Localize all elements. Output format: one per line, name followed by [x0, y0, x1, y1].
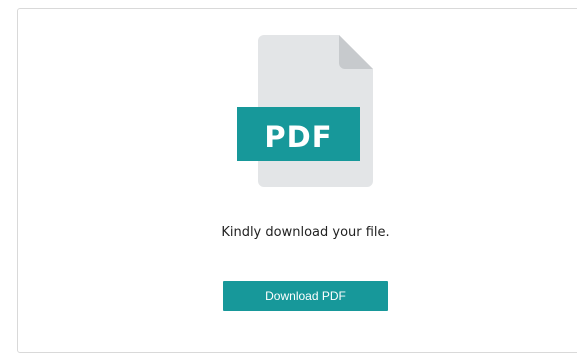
pdf-file-icon: PDF: [237, 31, 377, 191]
page-fold-icon: [339, 35, 373, 69]
download-pdf-button[interactable]: Download PDF: [223, 281, 388, 311]
download-card: PDF Kindly download your file. Download …: [17, 8, 577, 353]
download-message: Kindly download your file.: [221, 225, 390, 240]
pdf-badge-label: PDF: [264, 120, 333, 154]
file-page-icon: [237, 35, 373, 187]
